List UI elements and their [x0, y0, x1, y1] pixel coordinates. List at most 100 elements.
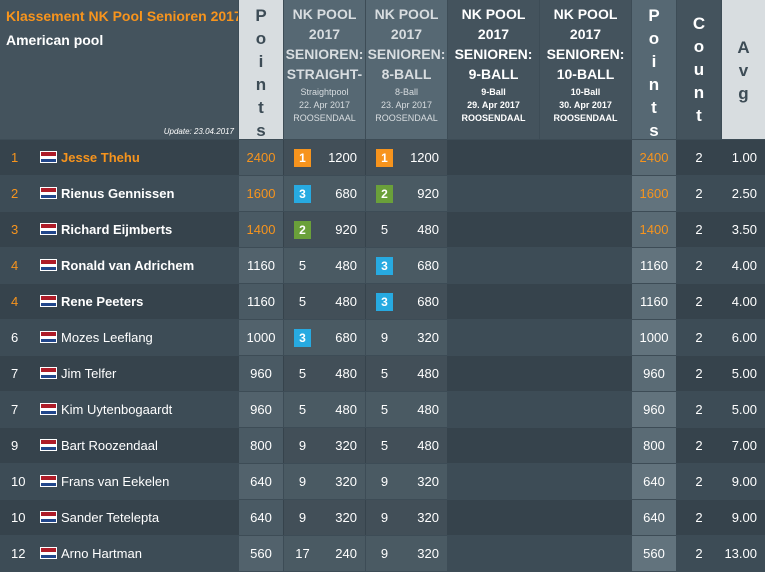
table-row[interactable]: 4 Rene Peeters 1160 5 480 3 680 1160 2 4.00 [0, 284, 765, 319]
player-cell[interactable]: Ronald van Adrichem [33, 248, 238, 283]
event-result-cell [448, 176, 539, 211]
event-header-3[interactable]: NK POOL 2017 SENIOREN: 9-BALL 9-Ball 29.… [448, 0, 539, 139]
event-points: 480 [417, 366, 439, 381]
points-cell: 800 [239, 428, 283, 463]
event-discipline: 9-Ball [481, 87, 506, 97]
table-row[interactable]: 3 Richard Eijmberts 1400 2 920 5 480 1400 2 3.50 [0, 212, 765, 247]
count-header-label: Count [677, 12, 721, 127]
table-row[interactable]: 9 Bart Roozendaal 800 9 320 5 480 800 2 7.00 [0, 428, 765, 463]
table-row[interactable]: 2 Rienus Gennissen 1600 3 680 2 920 1600 2 2.50 [0, 176, 765, 211]
event-details: 10-Ball 30. Apr 2017 ROOSENDAAL [540, 86, 631, 125]
netherlands-flag-icon [40, 403, 57, 415]
event-points: 1200 [410, 150, 439, 165]
table-row[interactable]: 6 Mozes Leeflang 1000 3 680 9 320 1000 2 6.00 [0, 320, 765, 355]
player-name[interactable]: Mozes Leeflang [61, 320, 153, 355]
event-points: 320 [417, 474, 439, 489]
table-row[interactable]: 7 Kim Uytenbogaardt 960 5 480 5 480 960 2 5.00 [0, 392, 765, 427]
placement: 9 [376, 536, 393, 571]
placement: 5 [376, 392, 393, 427]
player-cell[interactable]: Jim Telfer [33, 356, 238, 391]
header-letter: u [693, 60, 705, 79]
event-result-cell [448, 140, 539, 175]
player-name[interactable]: Frans van Eekelen [61, 464, 169, 499]
netherlands-flag-icon [40, 331, 57, 343]
count-cell: 2 [677, 356, 721, 391]
count-cell: 2 [677, 140, 721, 175]
event-date: 30. Apr 2017 [559, 100, 612, 110]
player-cell[interactable]: Jesse Thehu [33, 140, 238, 175]
event-result-cell [448, 464, 539, 499]
player-name[interactable]: Ronald van Adrichem [61, 248, 194, 283]
player-name[interactable]: Sander Tetelepta [61, 500, 159, 535]
points-cell: 960 [239, 356, 283, 391]
placement-badge: 2 [376, 184, 393, 203]
placement: 9 [294, 428, 311, 463]
placement: 1 [294, 140, 311, 175]
table-row[interactable]: 10 Frans van Eekelen 640 9 320 9 320 640 2 9.00 [0, 464, 765, 499]
header-letter: s [256, 121, 266, 139]
points-cell: 560 [239, 536, 283, 571]
placement: 5 [376, 212, 393, 247]
header-letter: P [648, 6, 660, 25]
event-result-cell [540, 140, 631, 175]
event-result-cell: 3 680 [284, 176, 365, 211]
player-name[interactable]: Jesse Thehu [61, 140, 140, 175]
event-result-cell: 5 480 [366, 428, 447, 463]
player-name[interactable]: Bart Roozendaal [61, 428, 158, 463]
event-result-cell [448, 248, 539, 283]
player-cell[interactable]: Sander Tetelepta [33, 500, 238, 535]
player-name[interactable]: Richard Eijmberts [61, 212, 172, 247]
update-date: Update: 23.04.2017 [163, 127, 234, 136]
event-result-cell: 9 320 [366, 464, 447, 499]
event-location: ROOSENDAAL [375, 113, 438, 123]
header-letter: t [258, 98, 264, 117]
count-cell: 2 [677, 500, 721, 535]
avg-cell: 7.00 [722, 428, 765, 463]
avg-cell: 5.00 [722, 356, 765, 391]
event-result-cell [540, 284, 631, 319]
player-cell[interactable]: Frans van Eekelen [33, 464, 238, 499]
event-header-2[interactable]: NK POOL 2017 SENIOREN: 8-BALL 8-Ball 23.… [366, 0, 447, 139]
placement: 5 [294, 284, 311, 319]
event-header-4[interactable]: NK POOL 2017 SENIOREN: 10-BALL 10-Ball 3… [540, 0, 631, 139]
player-name[interactable]: Arno Hartman [61, 536, 142, 571]
event-header-1[interactable]: NK POOL 2017 SENIOREN: STRAIGHT-POOL Str… [284, 0, 365, 139]
table-row[interactable]: 1 Jesse Thehu 2400 1 1200 1 1200 2400 2 1.00 [0, 140, 765, 175]
player-name[interactable]: Rienus Gennissen [61, 176, 174, 211]
player-cell[interactable]: Rienus Gennissen [33, 176, 238, 211]
table-row[interactable]: 4 Ronald van Adrichem 1160 5 480 3 680 1160 2 4.0… [0, 248, 765, 283]
player-name[interactable]: Rene Peeters [61, 284, 143, 319]
header-letter: A [737, 38, 750, 57]
player-cell[interactable]: Bart Roozendaal [33, 428, 238, 463]
count-header-cell[interactable]: Count [677, 0, 721, 139]
page-subtitle: American pool [6, 32, 104, 48]
header-letter: n [693, 83, 705, 102]
event-result-cell: 2 920 [366, 176, 447, 211]
points-header-cell[interactable]: Points [239, 0, 283, 139]
placement-badge: 2 [294, 220, 311, 239]
points-cell: 640 [239, 464, 283, 499]
rank-cell: 10 [11, 474, 26, 489]
count-cell: 2 [677, 176, 721, 211]
player-cell[interactable]: Rene Peeters [33, 284, 238, 319]
event-title: NK POOL 2017 SENIOREN: 10-BALL [546, 6, 625, 82]
points-cell: 1160 [239, 284, 283, 319]
table-row[interactable]: 10 Sander Tetelepta 640 9 320 9 320 640 2 9.00 [0, 500, 765, 535]
table-row[interactable]: 7 Jim Telfer 960 5 480 5 480 960 2 5.00 [0, 356, 765, 391]
player-cell[interactable]: Arno Hartman [33, 536, 238, 571]
event-points: 480 [417, 438, 439, 453]
player-cell[interactable]: Richard Eijmberts [33, 212, 238, 247]
avg-header-cell[interactable]: Avg [722, 0, 765, 139]
event-date: 23. Apr 2017 [380, 100, 433, 110]
player-name[interactable]: Jim Telfer [61, 356, 116, 391]
avg-cell: 4.00 [722, 284, 765, 319]
event-date: 22. Apr 2017 [298, 100, 351, 110]
placement-value: 5 [298, 402, 307, 417]
event-result-cell: 9 320 [366, 320, 447, 355]
avg-cell: 9.00 [722, 464, 765, 499]
player-cell[interactable]: Kim Uytenbogaardt [33, 392, 238, 427]
player-name[interactable]: Kim Uytenbogaardt [61, 392, 172, 427]
total-points-header-cell[interactable]: Points [632, 0, 676, 139]
player-cell[interactable]: Mozes Leeflang [33, 320, 238, 355]
table-row[interactable]: 12 Arno Hartman 560 17 240 9 320 560 2 13.00 [0, 536, 765, 571]
